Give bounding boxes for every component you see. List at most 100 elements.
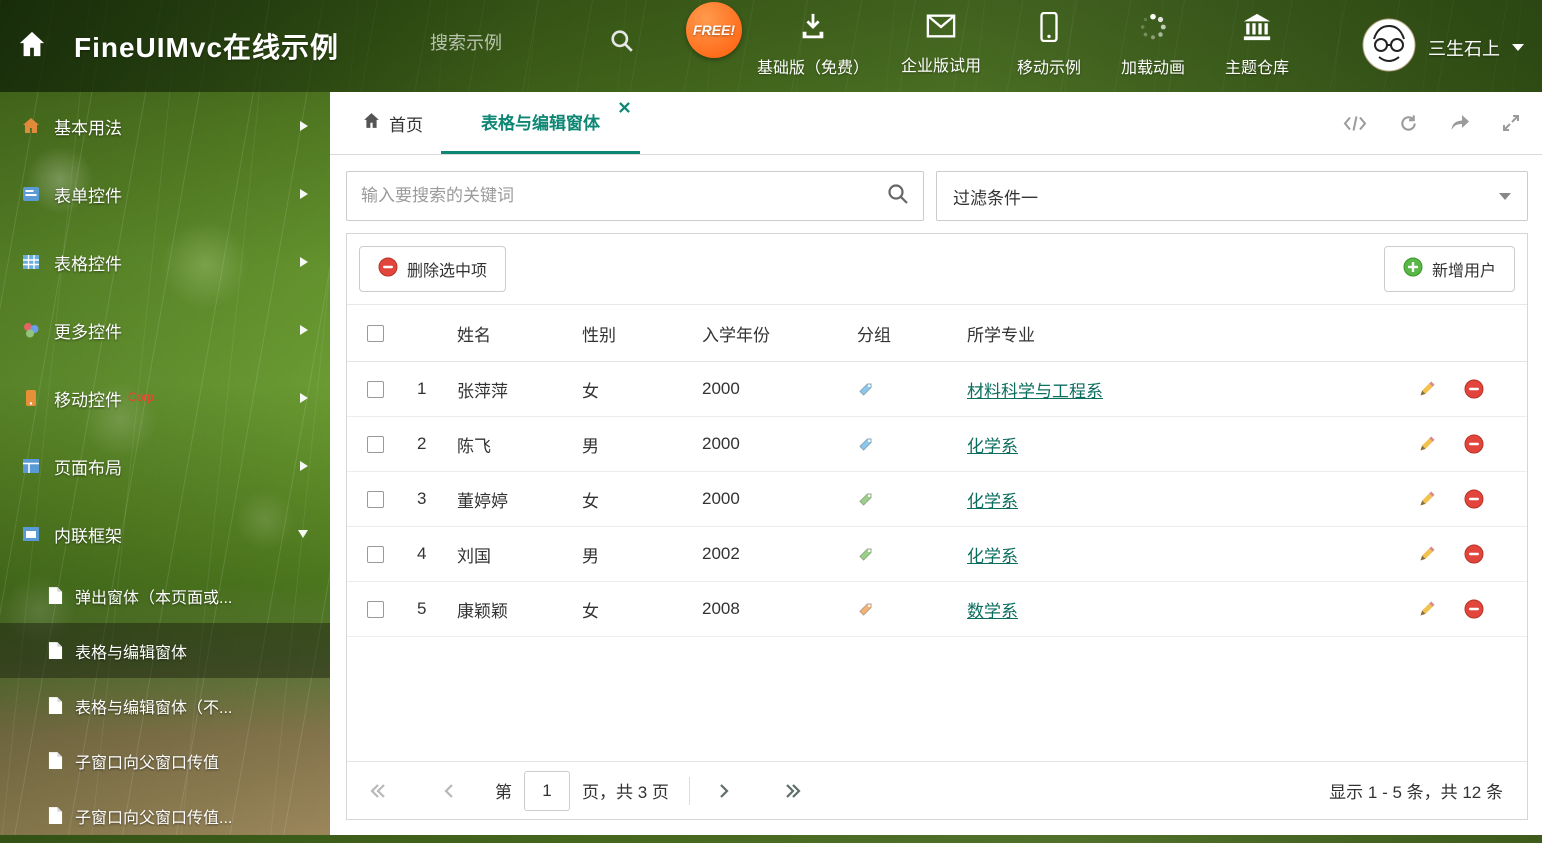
sidebar-item-page-layout[interactable]: 页面布局 xyxy=(0,432,330,500)
filter-dropdown[interactable]: 过滤条件一 xyxy=(936,171,1528,221)
edit-icon[interactable] xyxy=(1417,600,1436,619)
file-icon xyxy=(48,696,63,715)
delete-icon[interactable] xyxy=(1464,434,1484,454)
row-checkbox[interactable] xyxy=(367,435,384,453)
header-search-input[interactable] xyxy=(430,33,570,54)
expand-icon[interactable] xyxy=(1502,114,1520,132)
header-search[interactable] xyxy=(430,29,634,58)
free-badge: FREE! xyxy=(686,2,742,58)
sidebar-item-table-controls[interactable]: 表格控件 xyxy=(0,228,330,296)
mobile-icon xyxy=(22,389,40,407)
chevron-down-icon xyxy=(1512,44,1524,51)
column-header-major: 所学专业 xyxy=(967,325,1035,345)
header-nav: 基础版（免费） 企业版试用 移动示例 加载动画 主题仓库 xyxy=(757,11,1293,78)
tag-icon[interactable] xyxy=(857,546,874,563)
user-menu[interactable]: 三生石上 xyxy=(1362,18,1524,77)
add-user-button[interactable]: 新增用户 xyxy=(1383,246,1515,292)
spinner-icon xyxy=(1138,12,1168,47)
edit-icon[interactable] xyxy=(1417,490,1436,509)
delete-icon[interactable] xyxy=(1464,544,1484,564)
nav-item-mobile-demo[interactable]: 移动示例 xyxy=(1013,11,1085,78)
tag-icon[interactable] xyxy=(857,601,874,618)
chevron-right-icon xyxy=(300,189,308,199)
chevron-right-icon xyxy=(300,257,308,267)
cell-name: 董婷婷 xyxy=(457,491,508,511)
keyword-search-input[interactable] xyxy=(361,186,887,206)
nav-item-enterprise-trial[interactable]: 企业版试用 xyxy=(901,12,981,78)
row-checkbox[interactable] xyxy=(367,545,384,563)
row-index: 5 xyxy=(417,599,427,618)
nav-item-basic-edition[interactable]: 基础版（免费） xyxy=(757,12,869,78)
tag-icon[interactable] xyxy=(857,381,874,398)
keyword-search[interactable] xyxy=(346,171,924,221)
layout-icon xyxy=(22,457,40,475)
sidebar-subitem-label: 弹出窗体（本页面或... xyxy=(75,589,233,607)
nav-item-theme-store[interactable]: 主题仓库 xyxy=(1221,12,1293,78)
row-checkbox[interactable] xyxy=(367,380,384,398)
previous-page-icon[interactable] xyxy=(443,783,455,799)
last-page-icon[interactable] xyxy=(784,783,802,799)
sidebar-subitem-child-to-parent[interactable]: 子窗口向父窗口传值 xyxy=(0,733,330,788)
search-icon[interactable] xyxy=(610,29,634,58)
delete-icon[interactable] xyxy=(1464,489,1484,509)
row-checkbox[interactable] xyxy=(367,600,384,618)
refresh-icon[interactable] xyxy=(1399,114,1418,133)
close-icon[interactable] xyxy=(619,102,630,113)
nav-label: 移动示例 xyxy=(1017,60,1082,77)
house-icon xyxy=(22,117,40,135)
delete-icon[interactable] xyxy=(1464,379,1484,399)
sidebar-subitem-grid-edit-window[interactable]: 表格与编辑窗体 xyxy=(0,623,330,678)
chevron-right-icon xyxy=(300,393,308,403)
tab-bar: 首页 表格与编辑窗体 xyxy=(330,92,1542,155)
home-icon xyxy=(362,112,381,134)
major-link[interactable]: 化学系 xyxy=(967,492,1018,511)
sidebar-item-more-controls[interactable]: 更多控件 xyxy=(0,296,330,364)
next-page-icon[interactable] xyxy=(718,783,730,799)
home-icon[interactable] xyxy=(16,30,48,63)
sidebar-item-form-controls[interactable]: 表单控件 xyxy=(0,160,330,228)
edit-icon[interactable] xyxy=(1417,545,1436,564)
tag-icon[interactable] xyxy=(857,436,874,453)
tag-icon[interactable] xyxy=(857,491,874,508)
page-prefix: 第 xyxy=(495,783,512,802)
search-icon[interactable] xyxy=(887,183,909,210)
button-label: 新增用户 xyxy=(1431,263,1496,280)
nav-item-loading-animation[interactable]: 加载动画 xyxy=(1117,12,1189,78)
row-checkbox[interactable] xyxy=(367,490,384,508)
header: FineUIMvc在线示例 FREE! 基础版（免费） 企业版试用 移动示例 加… xyxy=(0,0,1542,92)
sidebar-item-label: 页面布局 xyxy=(54,458,122,478)
file-icon xyxy=(48,806,63,825)
sidebar-subitem-grid-edit-window-2[interactable]: 表格与编辑窗体（不... xyxy=(0,678,330,733)
cell-year: 2008 xyxy=(702,599,740,618)
chevron-down-icon xyxy=(298,530,308,538)
sidebar-item-iframe[interactable]: 内联框架 xyxy=(0,500,330,568)
select-all-checkbox[interactable] xyxy=(367,324,384,342)
tab-label: 首页 xyxy=(389,115,423,135)
table-row: 4 刘国 男 2002 化学系 xyxy=(347,527,1527,582)
delete-selected-button[interactable]: 删除选中项 xyxy=(359,246,507,292)
grid-panel: 删除选中项 新增用户 姓名 性别 入学年份 分组 所学专业 1 张萍萍 女 20… xyxy=(346,233,1528,820)
major-link[interactable]: 材料科学与工程系 xyxy=(967,382,1103,401)
download-icon xyxy=(798,12,828,47)
first-page-icon[interactable] xyxy=(369,783,387,799)
table-row: 3 董婷婷 女 2000 化学系 xyxy=(347,472,1527,527)
sidebar-item-basic-usage[interactable]: 基本用法 xyxy=(0,92,330,160)
major-link[interactable]: 化学系 xyxy=(967,437,1018,456)
page-number-input[interactable] xyxy=(524,770,570,811)
sidebar-item-mobile-controls[interactable]: 移动控件 Corp. xyxy=(0,364,330,432)
major-link[interactable]: 数学系 xyxy=(967,602,1018,621)
corp-badge: Corp. xyxy=(128,390,158,404)
major-link[interactable]: 化学系 xyxy=(967,547,1018,566)
delete-icon[interactable] xyxy=(1464,599,1484,619)
share-icon[interactable] xyxy=(1450,114,1470,132)
row-index: 4 xyxy=(417,544,427,563)
edit-icon[interactable] xyxy=(1417,435,1436,454)
tab-grid-edit-window[interactable]: 表格与编辑窗体 xyxy=(441,92,640,154)
edit-icon[interactable] xyxy=(1417,380,1436,399)
nav-label: 企业版试用 xyxy=(901,58,982,75)
table-row: 5 康颖颖 女 2008 数学系 xyxy=(347,582,1527,637)
tab-home[interactable]: 首页 xyxy=(344,92,441,154)
sidebar-subitem-popup-window[interactable]: 弹出窗体（本页面或... xyxy=(0,568,330,623)
source-code-icon[interactable] xyxy=(1343,115,1367,132)
cell-gender: 女 xyxy=(582,601,599,621)
